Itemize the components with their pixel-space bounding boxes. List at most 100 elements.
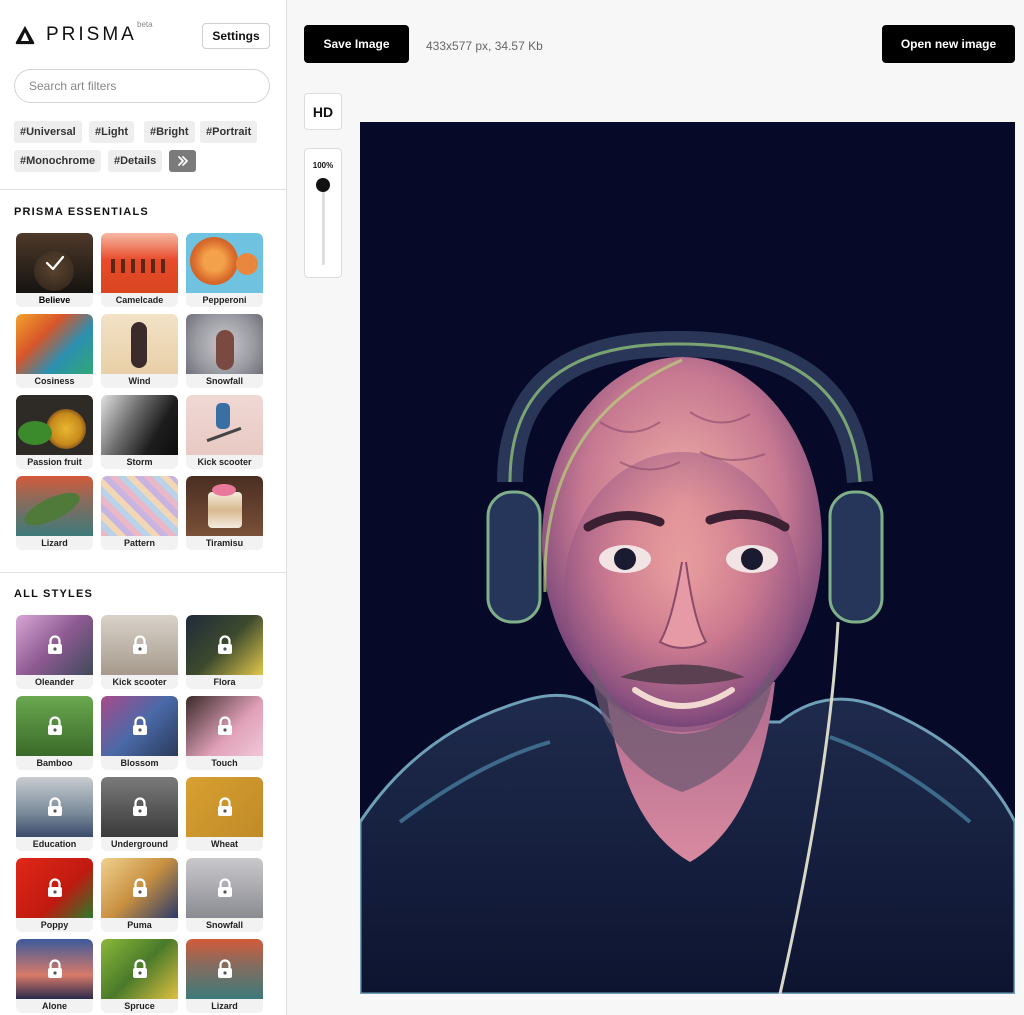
zoom-level: 100%: [312, 161, 334, 170]
filter-thumbnail: [186, 395, 263, 455]
style-tile-education[interactable]: Education: [16, 777, 93, 851]
filter-tile-kick-scooter[interactable]: Kick scooter: [186, 395, 263, 469]
open-new-image-button[interactable]: Open new image: [882, 25, 1015, 63]
style-tile-snowfall[interactable]: Snowfall: [186, 858, 263, 932]
filter-tile-pattern[interactable]: Pattern: [101, 476, 178, 550]
filter-tile-passion-fruit[interactable]: Passion fruit: [16, 395, 93, 469]
style-label: Touch: [211, 758, 238, 768]
filter-label: Believe: [38, 295, 71, 305]
filter-thumbnail: [16, 476, 93, 536]
filter-label: Pepperoni: [202, 295, 247, 305]
filter-thumbnail: [16, 314, 93, 374]
zoom-control: 100%: [304, 148, 342, 278]
tag-bright[interactable]: #Bright: [144, 121, 195, 143]
zoom-slider-track[interactable]: [322, 185, 325, 265]
image-info: 433x577 px, 34.57 Kb: [426, 39, 543, 53]
lock-icon: [47, 878, 62, 897]
tag-portrait[interactable]: #Portrait: [200, 121, 258, 143]
style-tile-lizard[interactable]: Lizard: [186, 939, 263, 1013]
style-tile-oleander[interactable]: Oleander: [16, 615, 93, 689]
filter-thumbnail: [101, 233, 178, 293]
filter-label: Snowfall: [205, 376, 243, 386]
more-tags-button[interactable]: [169, 150, 196, 172]
style-tile-touch[interactable]: Touch: [186, 696, 263, 770]
lock-icon: [47, 635, 62, 654]
filter-tile-camelcade[interactable]: Camelcade: [101, 233, 178, 307]
tag-details[interactable]: #Details: [108, 150, 163, 172]
filter-tile-tiramisu[interactable]: Tiramisu: [186, 476, 263, 550]
hd-toggle-button[interactable]: HD: [304, 93, 342, 130]
lock-icon: [132, 959, 147, 978]
save-image-button[interactable]: Save Image: [304, 25, 409, 63]
style-label: Lizard: [211, 1001, 238, 1011]
lock-icon: [217, 635, 232, 654]
filter-tile-believe[interactable]: Believe: [16, 233, 93, 307]
style-label: Kick scooter: [112, 677, 167, 687]
style-tile-puma[interactable]: Puma: [101, 858, 178, 932]
lock-icon: [217, 878, 232, 897]
style-label: Puma: [127, 920, 152, 930]
style-tile-kick-scooter[interactable]: Kick scooter: [101, 615, 178, 689]
filter-tile-wind[interactable]: Wind: [101, 314, 178, 388]
filter-thumbnail: [186, 233, 263, 293]
filter-thumbnail: [186, 476, 263, 536]
style-tile-alone[interactable]: Alone: [16, 939, 93, 1013]
style-label: Oleander: [34, 677, 74, 687]
style-tile-bamboo[interactable]: Bamboo: [16, 696, 93, 770]
filter-tile-cosiness[interactable]: Cosiness: [16, 314, 93, 388]
style-label: Bamboo: [36, 758, 73, 768]
lock-icon: [47, 716, 62, 735]
checkmark-icon: [45, 255, 64, 271]
tag-monochrome[interactable]: #Monochrome: [14, 150, 102, 172]
sidebar: PRISMA beta Settings #Universal #Light #…: [0, 0, 287, 1015]
style-label: Blossom: [120, 758, 159, 768]
lock-icon: [47, 959, 62, 978]
lock-icon: [132, 716, 147, 735]
style-tile-flora[interactable]: Flora: [186, 615, 263, 689]
image-canvas[interactable]: [360, 122, 1015, 994]
style-label: Education: [32, 839, 77, 849]
style-tile-underground[interactable]: Underground: [101, 777, 178, 851]
beta-badge: beta: [137, 20, 153, 29]
filter-thumbnail: [101, 395, 178, 455]
lock-icon: [132, 878, 147, 897]
filter-tile-pepperoni[interactable]: Pepperoni: [186, 233, 263, 307]
style-label: Wheat: [211, 839, 238, 849]
tag-light[interactable]: #Light: [89, 121, 134, 143]
filter-label: Camelcade: [115, 295, 164, 305]
filter-label: Tiramisu: [205, 538, 244, 548]
style-label: Underground: [111, 839, 168, 849]
lock-icon: [132, 797, 147, 816]
style-label: Spruce: [124, 1001, 155, 1011]
filter-label: Passion fruit: [27, 457, 82, 467]
lock-icon: [217, 959, 232, 978]
lock-icon: [132, 635, 147, 654]
filter-tile-lizard[interactable]: Lizard: [16, 476, 93, 550]
style-tile-wheat[interactable]: Wheat: [186, 777, 263, 851]
zoom-slider-thumb[interactable]: [316, 178, 330, 192]
style-label: Flora: [213, 677, 236, 687]
filter-thumbnail: [186, 314, 263, 374]
prisma-logo-icon: [15, 25, 35, 45]
section-title-all-styles: ALL STYLES: [14, 588, 94, 600]
filter-thumbnail: [16, 395, 93, 455]
filter-label: Cosiness: [34, 376, 75, 386]
settings-button[interactable]: Settings: [202, 23, 270, 49]
filter-label: Wind: [128, 376, 151, 386]
tag-universal[interactable]: #Universal: [14, 121, 82, 143]
sidebar-divider: [0, 572, 286, 573]
chevron-double-right-icon: [177, 156, 188, 166]
section-title-essentials: PRISMA ESSENTIALS: [14, 206, 149, 218]
filter-tile-snowfall[interactable]: Snowfall: [186, 314, 263, 388]
search-input[interactable]: [14, 69, 270, 103]
stylized-portrait-image: [360, 122, 1015, 994]
style-tile-blossom[interactable]: Blossom: [101, 696, 178, 770]
filter-label: Storm: [126, 457, 153, 467]
style-tile-spruce[interactable]: Spruce: [101, 939, 178, 1013]
filter-label: Kick scooter: [197, 457, 252, 467]
lock-icon: [217, 797, 232, 816]
style-tile-poppy[interactable]: Poppy: [16, 858, 93, 932]
lock-icon: [47, 797, 62, 816]
filter-label: Lizard: [41, 538, 68, 548]
filter-tile-storm[interactable]: Storm: [101, 395, 178, 469]
